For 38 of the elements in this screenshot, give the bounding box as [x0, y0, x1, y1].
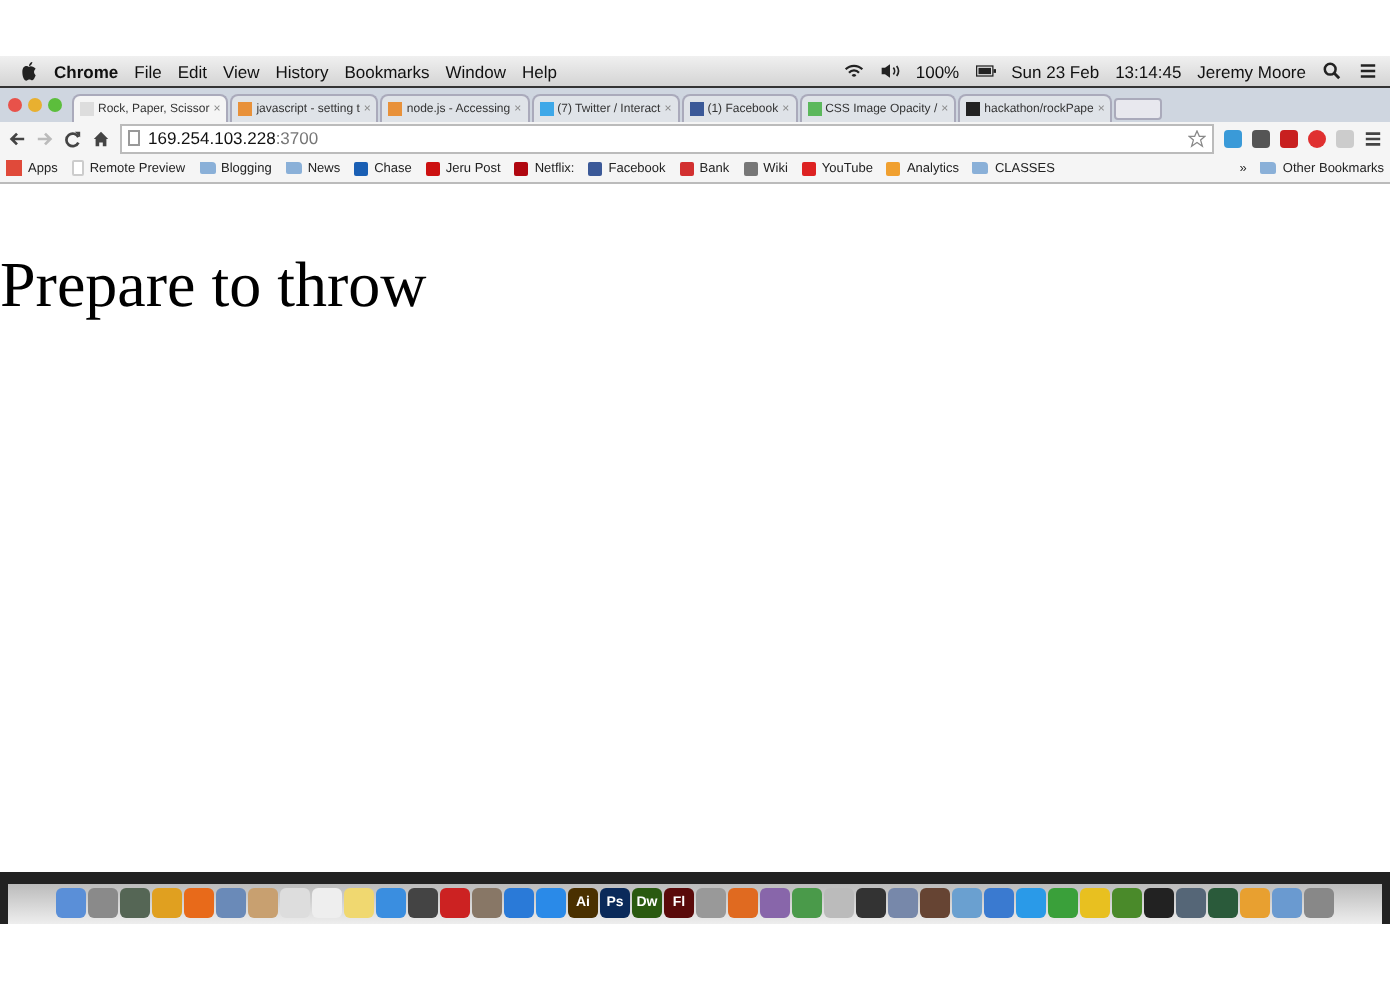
reload-icon[interactable] — [64, 129, 82, 147]
menu-item[interactable]: Bookmarks — [344, 61, 430, 81]
forward-icon[interactable] — [36, 129, 54, 147]
new-tab-button[interactable] — [1114, 98, 1163, 120]
menu-item[interactable]: Window — [445, 61, 506, 81]
battery-icon[interactable] — [975, 62, 996, 80]
page-heading: Prepare to throw — [0, 248, 427, 322]
app-icon[interactable] — [856, 888, 886, 918]
app-menu[interactable]: Chrome — [54, 61, 119, 81]
back-icon[interactable] — [8, 129, 26, 147]
menu-icon[interactable] — [1364, 129, 1382, 147]
wifi-icon[interactable] — [843, 62, 864, 80]
menu-item[interactable]: Edit — [177, 61, 207, 81]
page-icon — [128, 130, 140, 146]
menu-clock[interactable]: 13:14:45 — [1115, 61, 1182, 81]
speaker-icon[interactable] — [879, 62, 900, 80]
search-icon[interactable] — [1322, 62, 1342, 80]
app-icon[interactable] — [1144, 888, 1174, 918]
zoom-icon[interactable] — [48, 98, 62, 112]
stop-icon[interactable] — [1308, 129, 1326, 147]
menu-date[interactable]: Sun 23 Feb — [1011, 61, 1100, 81]
user-name[interactable]: Jeremy Moore — [1197, 61, 1306, 81]
folder-icon — [1260, 162, 1277, 174]
menu-item[interactable]: File — [134, 61, 162, 81]
menu-item[interactable]: Help — [521, 61, 557, 81]
menu-item[interactable]: View — [222, 61, 260, 81]
battery-percent: 100% — [915, 61, 960, 81]
apple-icon[interactable] — [20, 61, 38, 81]
list-icon[interactable] — [1358, 62, 1378, 80]
close-icon[interactable] — [8, 98, 22, 112]
app-icon[interactable] — [1208, 888, 1238, 918]
star-icon[interactable] — [1188, 129, 1206, 147]
home-icon[interactable] — [92, 129, 110, 147]
address-bar[interactable]: 169.254.103.228:3700 — [120, 123, 1214, 153]
app-icon[interactable] — [408, 888, 438, 918]
app-icon[interactable] — [920, 888, 950, 918]
minimize-icon[interactable] — [28, 98, 42, 112]
menu-item[interactable]: History — [275, 61, 329, 81]
